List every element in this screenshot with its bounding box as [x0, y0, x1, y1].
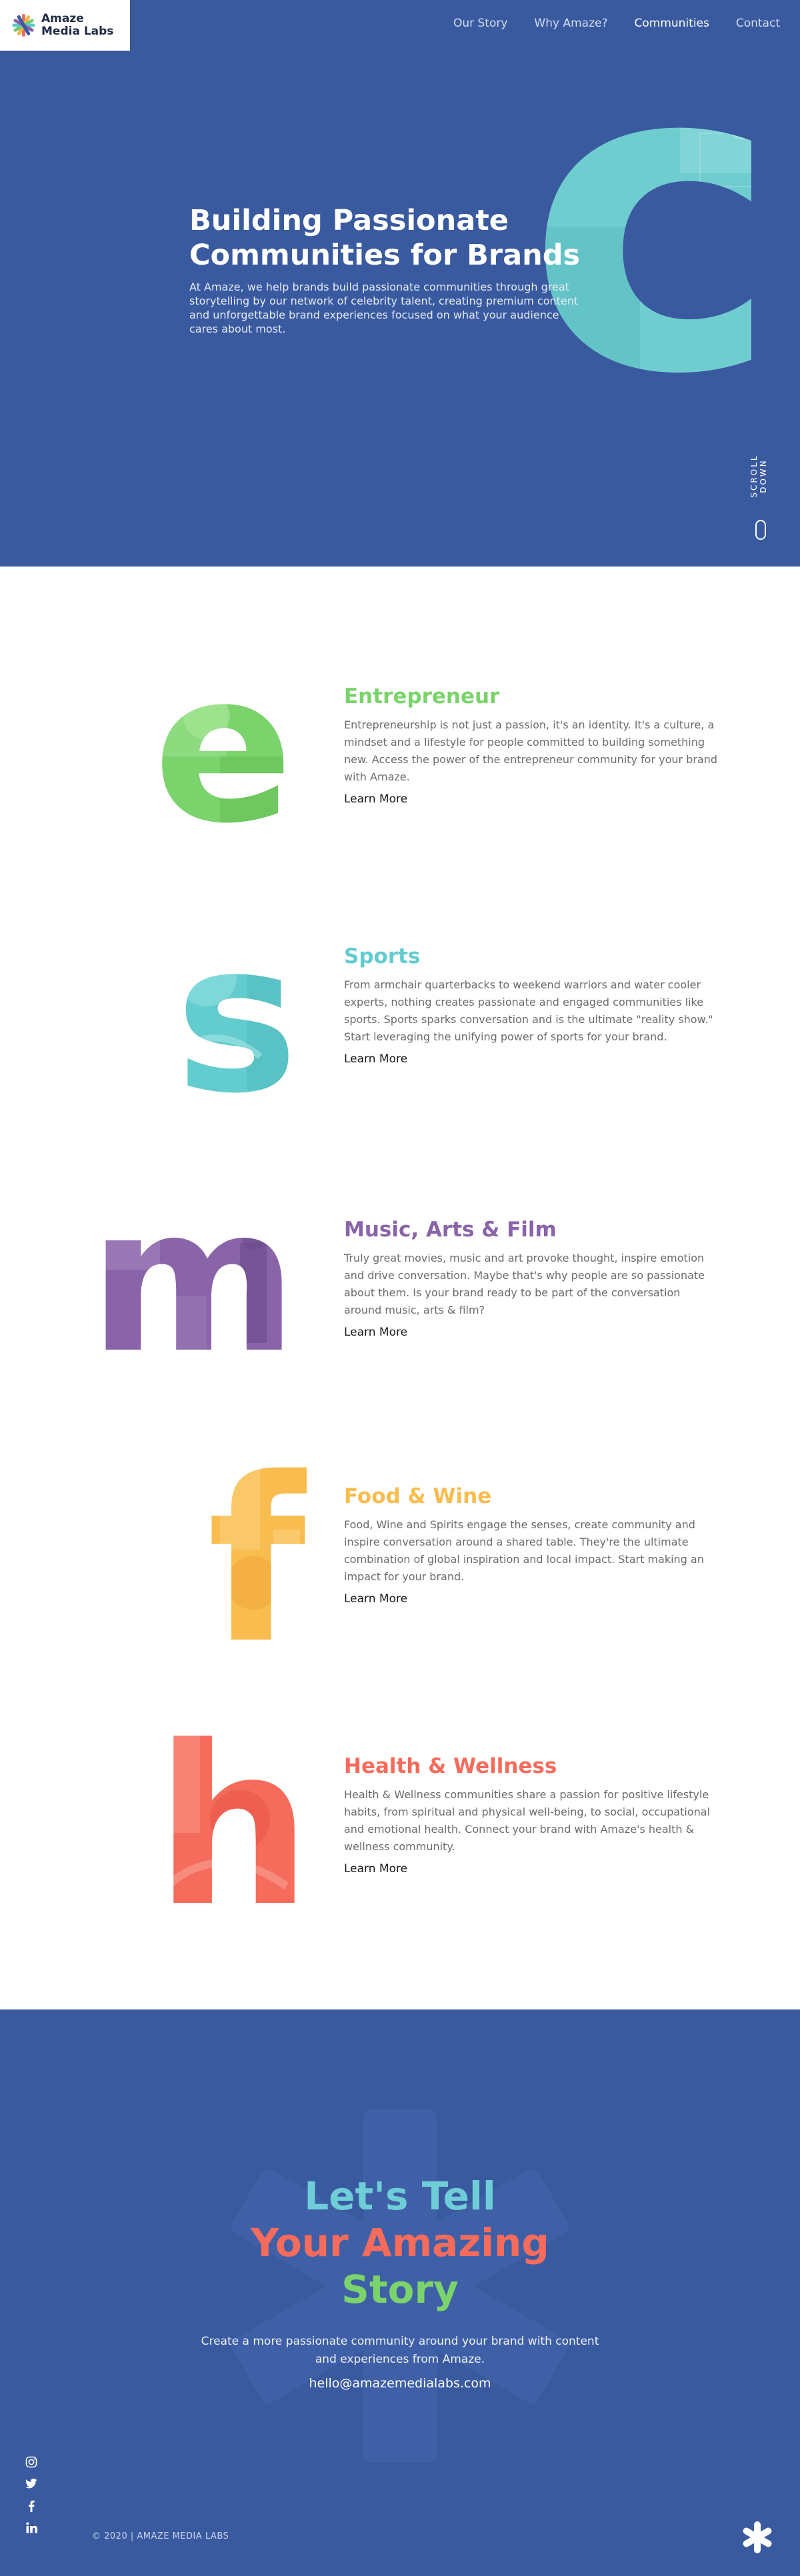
nav-why-amaze[interactable]: Why Amaze?	[534, 17, 607, 30]
social-links	[24, 2456, 40, 2544]
community-health-wellness: h Health & Wellness Health & Wellness co…	[0, 1720, 800, 1920]
footer-cta-section: Let's Tell Your Amazing Story Create a m…	[0, 2009, 800, 2576]
facebook-icon[interactable]	[24, 2500, 39, 2515]
cta-title-line-2: Your Amazing	[251, 2220, 549, 2265]
music-content: Music, Arts & Film Truly great movies, m…	[344, 1216, 717, 1339]
logo-line-1: Amaze	[41, 12, 84, 25]
music-description: Truly great movies, music and art provok…	[344, 1252, 705, 1316]
linkedin-icon[interactable]	[24, 2522, 39, 2537]
entrepreneur-description: Entrepreneurship is not just a passion, …	[344, 718, 718, 783]
hero-description: At Amaze, we help brands build passionat…	[189, 281, 579, 335]
nav-communities[interactable]: Communities	[634, 17, 709, 30]
health-learn-more-link[interactable]: Learn More	[344, 1862, 407, 1876]
sports-content: Sports From armchair quarterbacks to wee…	[344, 943, 717, 1066]
food-content: Food & Wine Food, Wine and Spirits engag…	[344, 1483, 717, 1606]
health-content: Health & Wellness Health & Wellness comm…	[344, 1753, 717, 1876]
community-entrepreneur: e Entrepreneur Entrepreneurship is not j…	[0, 656, 800, 856]
cta-title-line-3: Story	[341, 2267, 459, 2312]
cta-title-line-1: Let's Tell	[304, 2173, 496, 2219]
scroll-down-label: SCROLL DOWN	[749, 454, 768, 498]
hero-title: Building Passionate Communities for Bran…	[189, 204, 581, 272]
music-title: Music, Arts & Film	[344, 1218, 557, 1242]
cta-description: Create a more passionate community aroun…	[201, 2335, 599, 2366]
music-letter-m-graphic: m	[89, 1203, 298, 1397]
entrepreneur-letter-e-graphic: e	[153, 656, 294, 856]
twitter-icon[interactable]	[24, 2478, 39, 2493]
health-letter-h-graphic: h	[155, 1720, 307, 1920]
entrepreneur-learn-more-link[interactable]: Learn More	[344, 792, 407, 806]
main-nav: Our Story Why Amaze? Communities Contact	[453, 17, 780, 30]
instagram-icon[interactable]	[24, 2456, 39, 2471]
mouse-icon	[755, 520, 766, 540]
cta-title: Let's Tell Your Amazing Story	[0, 2173, 800, 2313]
logo-burst-icon	[12, 14, 35, 37]
food-description: Food, Wine and Spirits engage the senses…	[344, 1518, 704, 1583]
copyright-text: © 2020 | AMAZE MEDIA LABS	[92, 2531, 229, 2541]
health-title: Health & Wellness	[344, 1754, 557, 1778]
community-music-arts-film: m Music, Arts & Film Truly great movies,…	[0, 1203, 800, 1403]
food-learn-more-link[interactable]: Learn More	[344, 1592, 407, 1606]
food-letter-f-graphic: f	[207, 1450, 307, 1650]
sports-letter-s-graphic: s	[175, 930, 299, 1130]
sports-description: From armchair quarterbacks to weekend wa…	[344, 978, 713, 1043]
entrepreneur-title: Entrepreneur	[344, 684, 500, 708]
logo-wordmark: Amaze Media Labs	[41, 13, 113, 38]
logo-line-2: Media Labs	[41, 25, 114, 38]
sports-title: Sports	[344, 944, 421, 968]
community-sports: s Sports From armchair quarterbacks to w…	[0, 930, 800, 1130]
hero-section: c Building Passionate Communities for Br…	[0, 0, 800, 567]
nav-our-story[interactable]: Our Story	[453, 17, 507, 30]
asterisk-logo-icon[interactable]	[740, 2520, 775, 2555]
sports-learn-more-link[interactable]: Learn More	[344, 1052, 407, 1066]
food-title: Food & Wine	[344, 1484, 492, 1508]
community-food-wine: f Food & Wine Food, Wine and Spirits eng…	[0, 1450, 800, 1650]
site-logo[interactable]: Amaze Media Labs	[0, 0, 130, 51]
health-description: Health & Wellness communities share a pa…	[344, 1788, 711, 1853]
entrepreneur-content: Entrepreneur Entrepreneurship is not jus…	[344, 683, 717, 806]
music-learn-more-link[interactable]: Learn More	[344, 1326, 407, 1339]
nav-contact[interactable]: Contact	[736, 17, 780, 30]
contact-email-link[interactable]: hello@amazemedialabs.com	[0, 2376, 800, 2391]
